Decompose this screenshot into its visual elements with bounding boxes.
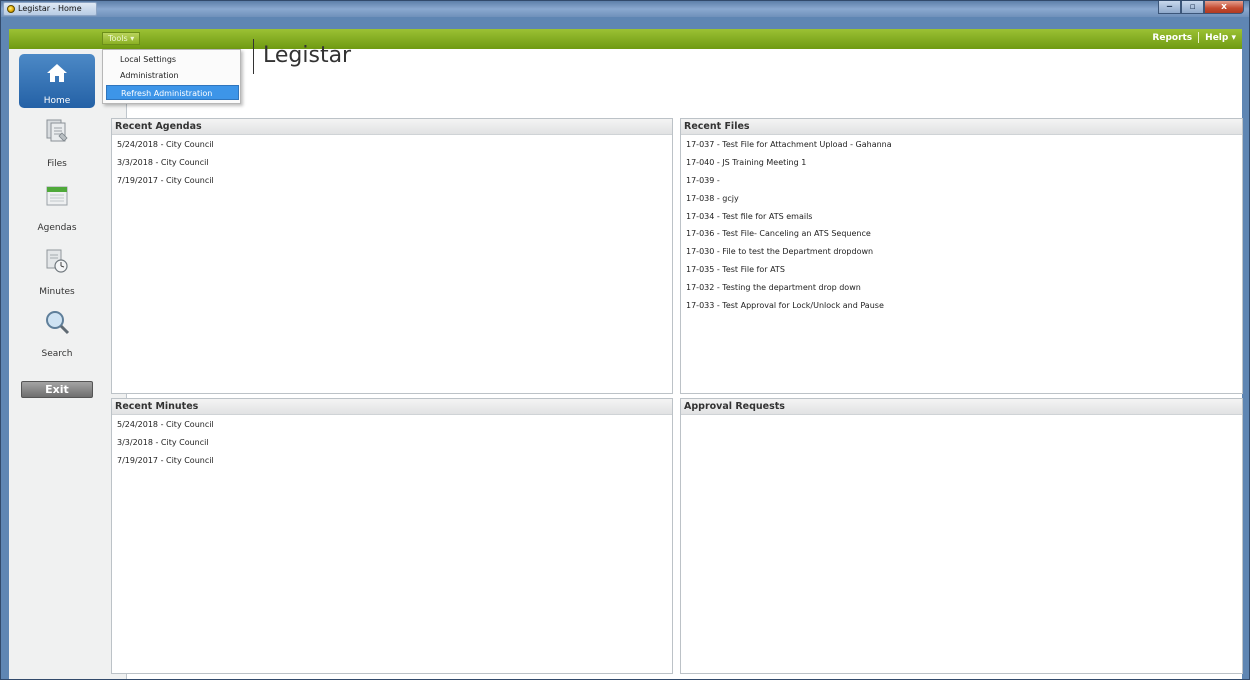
- menu-item-administration[interactable]: Administration: [106, 68, 239, 83]
- list-item[interactable]: 7/19/2017 - City Council: [117, 172, 672, 190]
- list-item[interactable]: 17-035 - Test File for ATS: [686, 261, 1242, 279]
- sidebar-item-files[interactable]: Files: [19, 117, 95, 171]
- menu-item-local-settings[interactable]: Local Settings: [106, 52, 239, 67]
- sidebar: Home Files Agendas Minutes Search Exit: [9, 49, 127, 679]
- tools-menu-button[interactable]: Tools ▾: [102, 32, 141, 45]
- window-controls: ‒ ▫ x: [1158, 1, 1244, 15]
- tools-dropdown-menu: Local Settings Administration Refresh Ad…: [102, 49, 241, 104]
- list-item[interactable]: 5/24/2018 - City Council: [117, 136, 672, 154]
- header-divider: [253, 39, 254, 74]
- sidebar-item-agendas[interactable]: Agendas: [19, 181, 95, 235]
- menu-separator: [1198, 32, 1200, 43]
- approval-requests-header: Approval Requests: [681, 399, 1242, 415]
- list-item[interactable]: 17-032 - Testing the department drop dow…: [686, 279, 1242, 297]
- search-icon: [46, 311, 70, 335]
- sidebar-item-home[interactable]: Home: [19, 54, 95, 108]
- list-item[interactable]: 17-036 - Test File- Canceling an ATS Seq…: [686, 225, 1242, 243]
- list-item[interactable]: 7/19/2017 - City Council: [117, 452, 672, 470]
- recent-agendas-panel: Recent Agendas 5/24/2018 - City Council …: [111, 118, 673, 394]
- list-item[interactable]: 17-030 - File to test the Department dro…: [686, 243, 1242, 261]
- list-item[interactable]: 17-037 - Test File for Attachment Upload…: [686, 136, 1242, 154]
- sidebar-item-search[interactable]: Search: [19, 307, 95, 361]
- approval-requests-panel: Approval Requests: [680, 398, 1243, 674]
- recent-minutes-list: 5/24/2018 - City Council 3/3/2018 - City…: [112, 415, 672, 470]
- list-item[interactable]: 17-033 - Test Approval for Lock/Unlock a…: [686, 297, 1242, 315]
- window-title-tab: Legistar - Home: [3, 2, 97, 16]
- app-menu-bar: Tools ▾ Reports Help ▾: [9, 29, 1242, 49]
- sidebar-item-label: Home: [43, 96, 71, 106]
- top-right-menu: Reports Help ▾: [1152, 32, 1236, 43]
- recent-agendas-list: 5/24/2018 - City Council 3/3/2018 - City…: [112, 135, 672, 190]
- list-item[interactable]: 17-034 - Test file for ATS emails: [686, 208, 1242, 226]
- recent-files-list: 17-037 - Test File for Attachment Upload…: [681, 135, 1242, 315]
- minutes-clock-icon: [46, 249, 68, 273]
- app-icon: [7, 5, 15, 13]
- title-bar[interactable]: Legistar - Home ‒ ▫ x: [1, 1, 1249, 17]
- sidebar-item-label: Minutes: [39, 287, 75, 297]
- recent-files-panel: Recent Files 17-037 - Test File for Atta…: [680, 118, 1243, 394]
- exit-button[interactable]: Exit: [21, 381, 93, 398]
- files-icon: [46, 119, 68, 142]
- menu-item-refresh-administration[interactable]: Refresh Administration: [106, 85, 239, 100]
- sidebar-item-minutes[interactable]: Minutes: [19, 245, 95, 299]
- sidebar-item-label: Agendas: [37, 223, 77, 233]
- minimize-button[interactable]: ‒: [1158, 1, 1181, 14]
- sidebar-item-label: Search: [41, 349, 73, 359]
- recent-minutes-panel: Recent Minutes 5/24/2018 - City Council …: [111, 398, 673, 674]
- list-item[interactable]: 17-040 - JS Training Meeting 1: [686, 154, 1242, 172]
- home-icon: [47, 64, 67, 82]
- calendar-icon: [46, 186, 68, 206]
- list-item[interactable]: 17-039 -: [686, 172, 1242, 190]
- help-menu-button[interactable]: Help ▾: [1205, 33, 1236, 43]
- recent-minutes-header: Recent Minutes: [112, 399, 672, 415]
- window-title: Legistar - Home: [18, 4, 82, 13]
- list-item[interactable]: 17-038 - gcjy: [686, 190, 1242, 208]
- application-window: Legistar - Home ‒ ▫ x Tools ▾ Reports He…: [0, 0, 1250, 680]
- maximize-button[interactable]: ▫: [1181, 1, 1204, 14]
- sidebar-item-label: Files: [47, 159, 67, 169]
- close-button[interactable]: x: [1204, 1, 1244, 14]
- list-item[interactable]: 3/3/2018 - City Council: [117, 154, 672, 172]
- reports-link[interactable]: Reports: [1152, 33, 1192, 43]
- recent-files-header: Recent Files: [681, 119, 1242, 135]
- approval-requests-list: [681, 415, 1242, 416]
- page-title: Legistar: [263, 43, 352, 68]
- recent-agendas-header: Recent Agendas: [112, 119, 672, 135]
- list-item[interactable]: 5/24/2018 - City Council: [117, 416, 672, 434]
- list-item[interactable]: 3/3/2018 - City Council: [117, 434, 672, 452]
